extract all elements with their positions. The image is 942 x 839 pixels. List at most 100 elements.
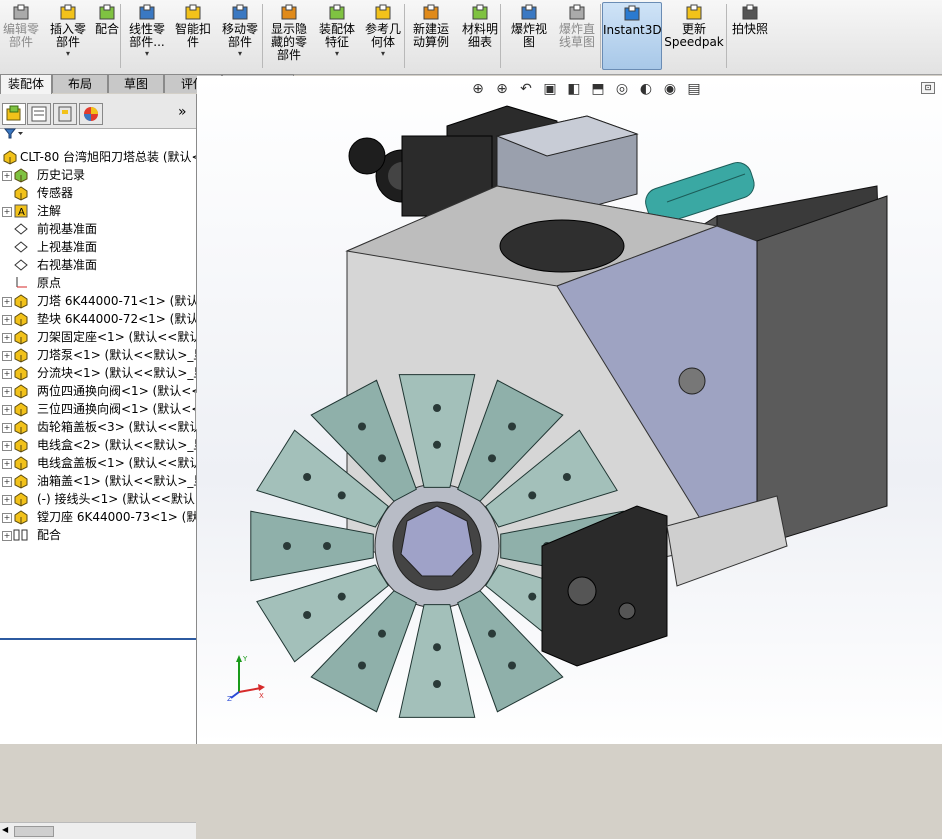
dropdown-arrow-icon[interactable]: ▾ (316, 49, 358, 58)
assembly-features-button[interactable]: 装配体 特征 ▾ (316, 2, 358, 70)
coordinate-triad: Y X Z (227, 655, 265, 702)
tree-node[interactable]: + 历史记录 (0, 166, 196, 184)
tree-node[interactable]: 传感器 (0, 184, 196, 202)
instant3d-icon (624, 5, 640, 21)
tree-node[interactable]: + 两位四通换向阀<1> (默认<<默认>_显示状态 1>) (0, 382, 196, 400)
tree-node[interactable]: + 刀塔泵<1> (默认<<默认>_显示状态 1>) (0, 346, 196, 364)
expand-toggle[interactable]: + (2, 171, 12, 181)
move-component-icon (232, 4, 248, 20)
sensor-icon (14, 186, 28, 201)
bom-icon (472, 4, 488, 20)
motion-study-icon (423, 4, 439, 20)
dropdown-arrow-icon[interactable]: ▾ (216, 49, 264, 58)
svg-text:A: A (18, 207, 25, 218)
expand-toggle[interactable]: + (2, 531, 12, 541)
show-hidden-button[interactable]: 显示隐 藏的零 部件 (266, 2, 312, 70)
smart-fasteners-button[interactable]: 智能扣 件 (172, 2, 214, 70)
turret-assembly-model[interactable] (197, 76, 942, 744)
update-speedpak-button[interactable]: 更新 Speedpak (664, 2, 724, 70)
tree-node-label: 刀架固定座<1> (默认<<默认>_显示状态 1>) (37, 330, 196, 344)
graphics-viewport[interactable]: ⊕ ⊕ ↶ ▣ ◧ ⬒ ◎ ◐ ◉ ▤ ⊡ Y X Z (197, 76, 942, 744)
reference-geometry-button[interactable]: 参考几 何体 ▾ (360, 2, 406, 70)
tree-node[interactable]: + 垫块 6K44000-72<1> (默认<<默认>_显示状态 1>) (0, 310, 196, 328)
move-component-button[interactable]: 移动零 部件 ▾ (216, 2, 264, 70)
tree-node[interactable]: + 电线盒<2> (默认<<默认>_显示状态 1>) (0, 436, 196, 454)
expand-toggle[interactable]: + (2, 387, 12, 397)
tree-node[interactable]: 原点 (0, 274, 196, 292)
reference-geometry-icon (375, 4, 391, 20)
horizontal-scrollbar[interactable]: ◀ (0, 822, 196, 839)
display-manager-tab[interactable] (79, 103, 103, 125)
expand-toggle[interactable]: + (2, 495, 12, 505)
instant3d-button[interactable]: Instant3D (602, 2, 662, 70)
ribbon-button-label: 配合 (94, 22, 119, 36)
tree-node-label: 三位四通换向阀<1> (默认<<默认>_显示状态 1>) (37, 402, 196, 416)
tree-node[interactable]: + 刀塔 6K44000-71<1> (默认<<默认>_显示状态 1>) (0, 292, 196, 310)
configuration-manager-tab[interactable] (53, 103, 77, 125)
exploded-view-button[interactable]: 爆炸视 图 (506, 2, 552, 70)
tree-node[interactable]: + 刀架固定座<1> (默认<<默认>_显示状态 1>) (0, 328, 196, 346)
dropdown-arrow-icon[interactable]: ▾ (124, 49, 170, 58)
expand-toggle[interactable]: + (2, 351, 12, 361)
part-icon (14, 492, 28, 507)
tree-node[interactable]: + (-) 接线头<1> (默认<<默认>_显示状态 1>) (0, 490, 196, 508)
expand-toggle[interactable]: + (2, 513, 12, 523)
explode-line-sketch-button[interactable]: 爆炸直 线草图 (554, 2, 600, 70)
linear-pattern-button[interactable]: 线性零 部件... ▾ (124, 2, 170, 70)
new-motion-study-button[interactable]: 新建运 动算例 (408, 2, 454, 70)
tree-node[interactable]: + 油箱盖<1> (默认<<默认>_显示状态 1>) (0, 472, 196, 490)
ribbon-button-label: 移动零 部件 (221, 22, 258, 49)
bill-of-materials-button[interactable]: 材料明 细表 (456, 2, 504, 70)
bolt-hole (562, 473, 571, 481)
expand-toggle[interactable]: + (2, 477, 12, 487)
tree-node-label: 配合 (37, 528, 62, 542)
tree-node[interactable]: + 三位四通换向阀<1> (默认<<默认>_显示状态 1>) (0, 400, 196, 418)
filter-button[interactable] (3, 128, 24, 143)
ribbon-button-label: Instant3D (603, 23, 662, 37)
part-icon (14, 438, 28, 453)
expand-toggle[interactable]: + (2, 405, 12, 415)
take-snapshot-button[interactable]: 拍快照 (730, 2, 770, 70)
expand-toggle[interactable]: + (2, 207, 12, 217)
expand-toggle[interactable]: + (2, 297, 12, 307)
tab-1[interactable]: 布局 (52, 74, 108, 93)
dropdown-arrow-icon[interactable]: ▾ (46, 49, 90, 58)
tree-node[interactable]: + 齿轮箱盖板<3> (默认<<默认>_显示状态 1>) (0, 418, 196, 436)
tree-node-label: 齿轮箱盖板<3> (默认<<默认>_显示状态 1>) (37, 420, 196, 434)
expand-toggle[interactable]: + (2, 315, 12, 325)
tree-node-label: 右视基准面 (37, 258, 98, 272)
tree-node[interactable]: 上视基准面 (0, 238, 196, 256)
expand-toggle[interactable]: + (2, 423, 12, 433)
feature-manager-icon (6, 105, 21, 121)
exploded-view-icon (521, 4, 537, 20)
expand-toggle[interactable]: + (2, 333, 12, 343)
property-manager-tab[interactable] (27, 103, 51, 125)
scroll-thumb[interactable] (14, 826, 54, 837)
tree-node[interactable]: 右视基准面 (0, 256, 196, 274)
tree-node[interactable]: + 配合 (0, 526, 196, 544)
edit-component-button[interactable]: 编辑零 部件 (0, 2, 42, 70)
tree-node[interactable]: + 电线盒盖板<1> (默认<<默认>_显示状态 1>) (0, 454, 196, 472)
insert-components-button[interactable]: 插入零 部件 ▾ (46, 2, 90, 70)
tree-node[interactable]: 前视基准面 (0, 220, 196, 238)
mate-icon (99, 4, 115, 20)
tree-node[interactable]: + A 注解 (0, 202, 196, 220)
dropdown-arrow-icon[interactable]: ▾ (360, 49, 406, 58)
command-manager-ribbon: 编辑零 部件 插入零 部件 ▾ 配合 线性零 部件... ▾ 智能扣 件移动零 部件 ▾ 显示隐… (0, 0, 942, 75)
scroll-left-arrow[interactable]: ◀ (2, 825, 8, 834)
tree-node[interactable]: + 分流块<1> (默认<<默认>_显示状态 1>) (0, 364, 196, 382)
configuration-manager-icon (58, 106, 72, 122)
panel-expand-button[interactable]: » (178, 104, 187, 120)
expand-toggle[interactable]: + (2, 369, 12, 379)
tab-0[interactable]: 装配体 (0, 74, 52, 94)
mate-button[interactable]: 配合 (92, 2, 122, 70)
expand-toggle[interactable]: + (2, 459, 12, 469)
ribbon-button-label: 智能扣 件 (174, 22, 211, 49)
tree-node-label: 注解 (37, 204, 62, 218)
expand-toggle[interactable]: + (2, 441, 12, 451)
tree-node[interactable]: + 镗刀座 6K44000-73<1> (默认<<默认>_显示状态 1>) (0, 508, 196, 526)
tree-root-assembly[interactable]: CLT-80 台湾旭阳刀塔总装 (默认<显示状态-1>) (0, 148, 196, 166)
tab-2[interactable]: 草图 (108, 74, 164, 93)
tree-node-label: CLT-80 台湾旭阳刀塔总装 (默认<显示状态-1>) (20, 150, 196, 164)
feature-manager-tab[interactable] (2, 103, 26, 125)
